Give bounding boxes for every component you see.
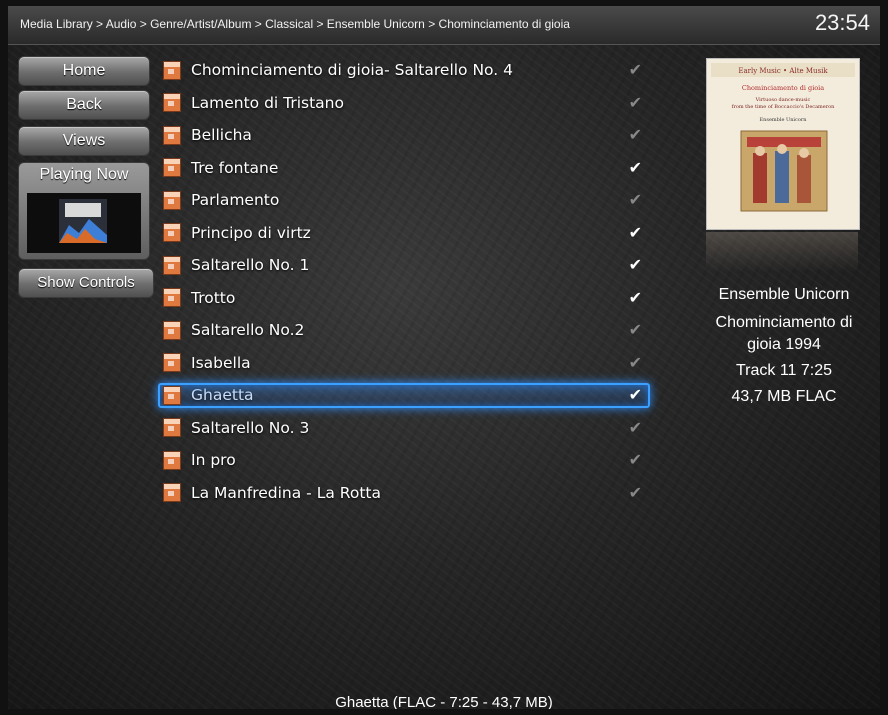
track-title: Bellicha [191, 126, 252, 145]
played-check-icon[interactable]: ✔ [629, 385, 642, 404]
track-row[interactable]: Trotto ✔ [160, 282, 650, 315]
cover-title: Chominciamento di gioia [742, 84, 824, 92]
audio-file-icon [163, 288, 181, 308]
album-cover-reflection [706, 232, 858, 272]
info-track: Track 11 7:25 [735, 362, 833, 379]
audio-file-icon [163, 158, 181, 178]
info-artist: Ensemble Unicorn [718, 286, 850, 303]
home-button[interactable]: Home [18, 56, 150, 86]
audio-file-icon [163, 60, 181, 80]
played-check-icon[interactable]: ✔ [629, 125, 642, 144]
track-title: Trotto [191, 288, 236, 307]
audio-file-icon [163, 255, 181, 275]
track-row[interactable]: Ghaetta ✔ [158, 379, 650, 412]
played-check-icon[interactable]: ✔ [629, 158, 642, 177]
track-title: Saltarello No.2 [191, 321, 305, 340]
album-cover: Early Music • Alte Musik Chominciamento … [706, 58, 860, 230]
status-bar: Ghaetta (FLAC - 7:25 - 43,7 MB) [335, 694, 553, 709]
breadcrumb[interactable]: Media Library > Audio > Genre/Artist/Alb… [20, 17, 570, 31]
top-bar: Media Library > Audio > Genre/Artist/Alb… [8, 6, 880, 45]
played-check-icon[interactable]: ✔ [629, 288, 642, 307]
played-check-icon[interactable]: ✔ [629, 223, 642, 242]
track-title: Principo di virtz [191, 223, 311, 242]
track-row[interactable]: Parlamento ✔ [160, 184, 650, 217]
album-art-icon: Early Music • Alte Musik Chominciamento … [707, 59, 859, 229]
track-title: La Manfredina - La Rotta [191, 483, 381, 502]
playing-now-button[interactable]: Playing Now [18, 162, 150, 260]
track-row[interactable]: Tre fontane ✔ [160, 152, 650, 185]
back-button[interactable]: Back [18, 90, 150, 120]
track-row[interactable]: Saltarello No. 1 ✔ [160, 249, 650, 282]
track-row[interactable]: Lamento di Tristano ✔ [160, 87, 650, 120]
clock: 23:54 [814, 10, 870, 35]
track-title: Saltarello No. 3 [191, 418, 310, 437]
playing-now-thumbnail [27, 193, 141, 253]
info-album-year: gioia 1994 [747, 336, 821, 353]
track-title: Lamento di Tristano [191, 93, 344, 112]
track-row[interactable]: Bellicha ✔ [160, 119, 650, 152]
track-title: Chominciamento di gioia- Saltarello No. … [191, 61, 513, 80]
track-row[interactable]: Saltarello No. 3 ✔ [160, 412, 650, 445]
played-check-icon[interactable]: ✔ [629, 60, 642, 79]
track-row[interactable]: Chominciamento di gioia- Saltarello No. … [160, 54, 650, 87]
album-thumbnail-icon [59, 199, 107, 243]
audio-file-icon [163, 450, 181, 470]
track-title: Parlamento [191, 191, 280, 210]
played-check-icon[interactable]: ✔ [629, 320, 642, 339]
info-album: Chominciamento di [715, 314, 853, 331]
track-row[interactable]: La Manfredina - La Rotta ✔ [160, 477, 650, 510]
played-check-icon[interactable]: ✔ [629, 483, 642, 502]
track-list: Chominciamento di gioia- Saltarello No. … [158, 54, 650, 510]
track-title: Ghaetta [191, 386, 254, 405]
playing-now-label: Playing Now [39, 166, 129, 183]
track-info: Ensemble Unicorn Chominciamento di gioia… [698, 284, 870, 408]
audio-file-icon [163, 93, 181, 113]
audio-file-icon [163, 190, 181, 210]
played-check-icon[interactable]: ✔ [629, 418, 642, 437]
audio-file-icon [163, 418, 181, 438]
audio-file-icon [163, 125, 181, 145]
played-check-icon[interactable]: ✔ [629, 450, 642, 469]
audio-file-icon [163, 353, 181, 373]
played-check-icon[interactable]: ✔ [629, 353, 642, 372]
played-check-icon[interactable]: ✔ [629, 190, 642, 209]
audio-file-icon [163, 385, 181, 405]
track-title: In pro [191, 451, 236, 470]
audio-file-icon [163, 483, 181, 503]
cover-banner: Early Music • Alte Musik [738, 67, 828, 75]
track-title: Tre fontane [191, 158, 279, 177]
audio-file-icon [163, 320, 181, 340]
media-center-window: Media Library > Audio > Genre/Artist/Alb… [8, 6, 880, 709]
track-title: Isabella [191, 353, 251, 372]
track-row[interactable]: In pro ✔ [160, 444, 650, 477]
track-row[interactable]: Isabella ✔ [160, 347, 650, 380]
audio-file-icon [163, 223, 181, 243]
cover-subtitle-2: from the time of Boccaccio's Decameron [732, 104, 836, 110]
track-title: Saltarello No. 1 [191, 256, 310, 275]
played-check-icon[interactable]: ✔ [629, 255, 642, 274]
track-row[interactable]: Saltarello No.2 ✔ [160, 314, 650, 347]
cover-artist: Ensemble Unicorn [760, 117, 808, 123]
track-row[interactable]: Principo di virtz ✔ [160, 217, 650, 250]
played-check-icon[interactable]: ✔ [629, 93, 642, 112]
show-controls-button[interactable]: Show Controls [18, 268, 154, 298]
views-button[interactable]: Views [18, 126, 150, 156]
cover-subtitle-1: Virtuoso dance-music [755, 97, 811, 103]
info-size-format: 43,7 MB FLAC [731, 388, 837, 405]
